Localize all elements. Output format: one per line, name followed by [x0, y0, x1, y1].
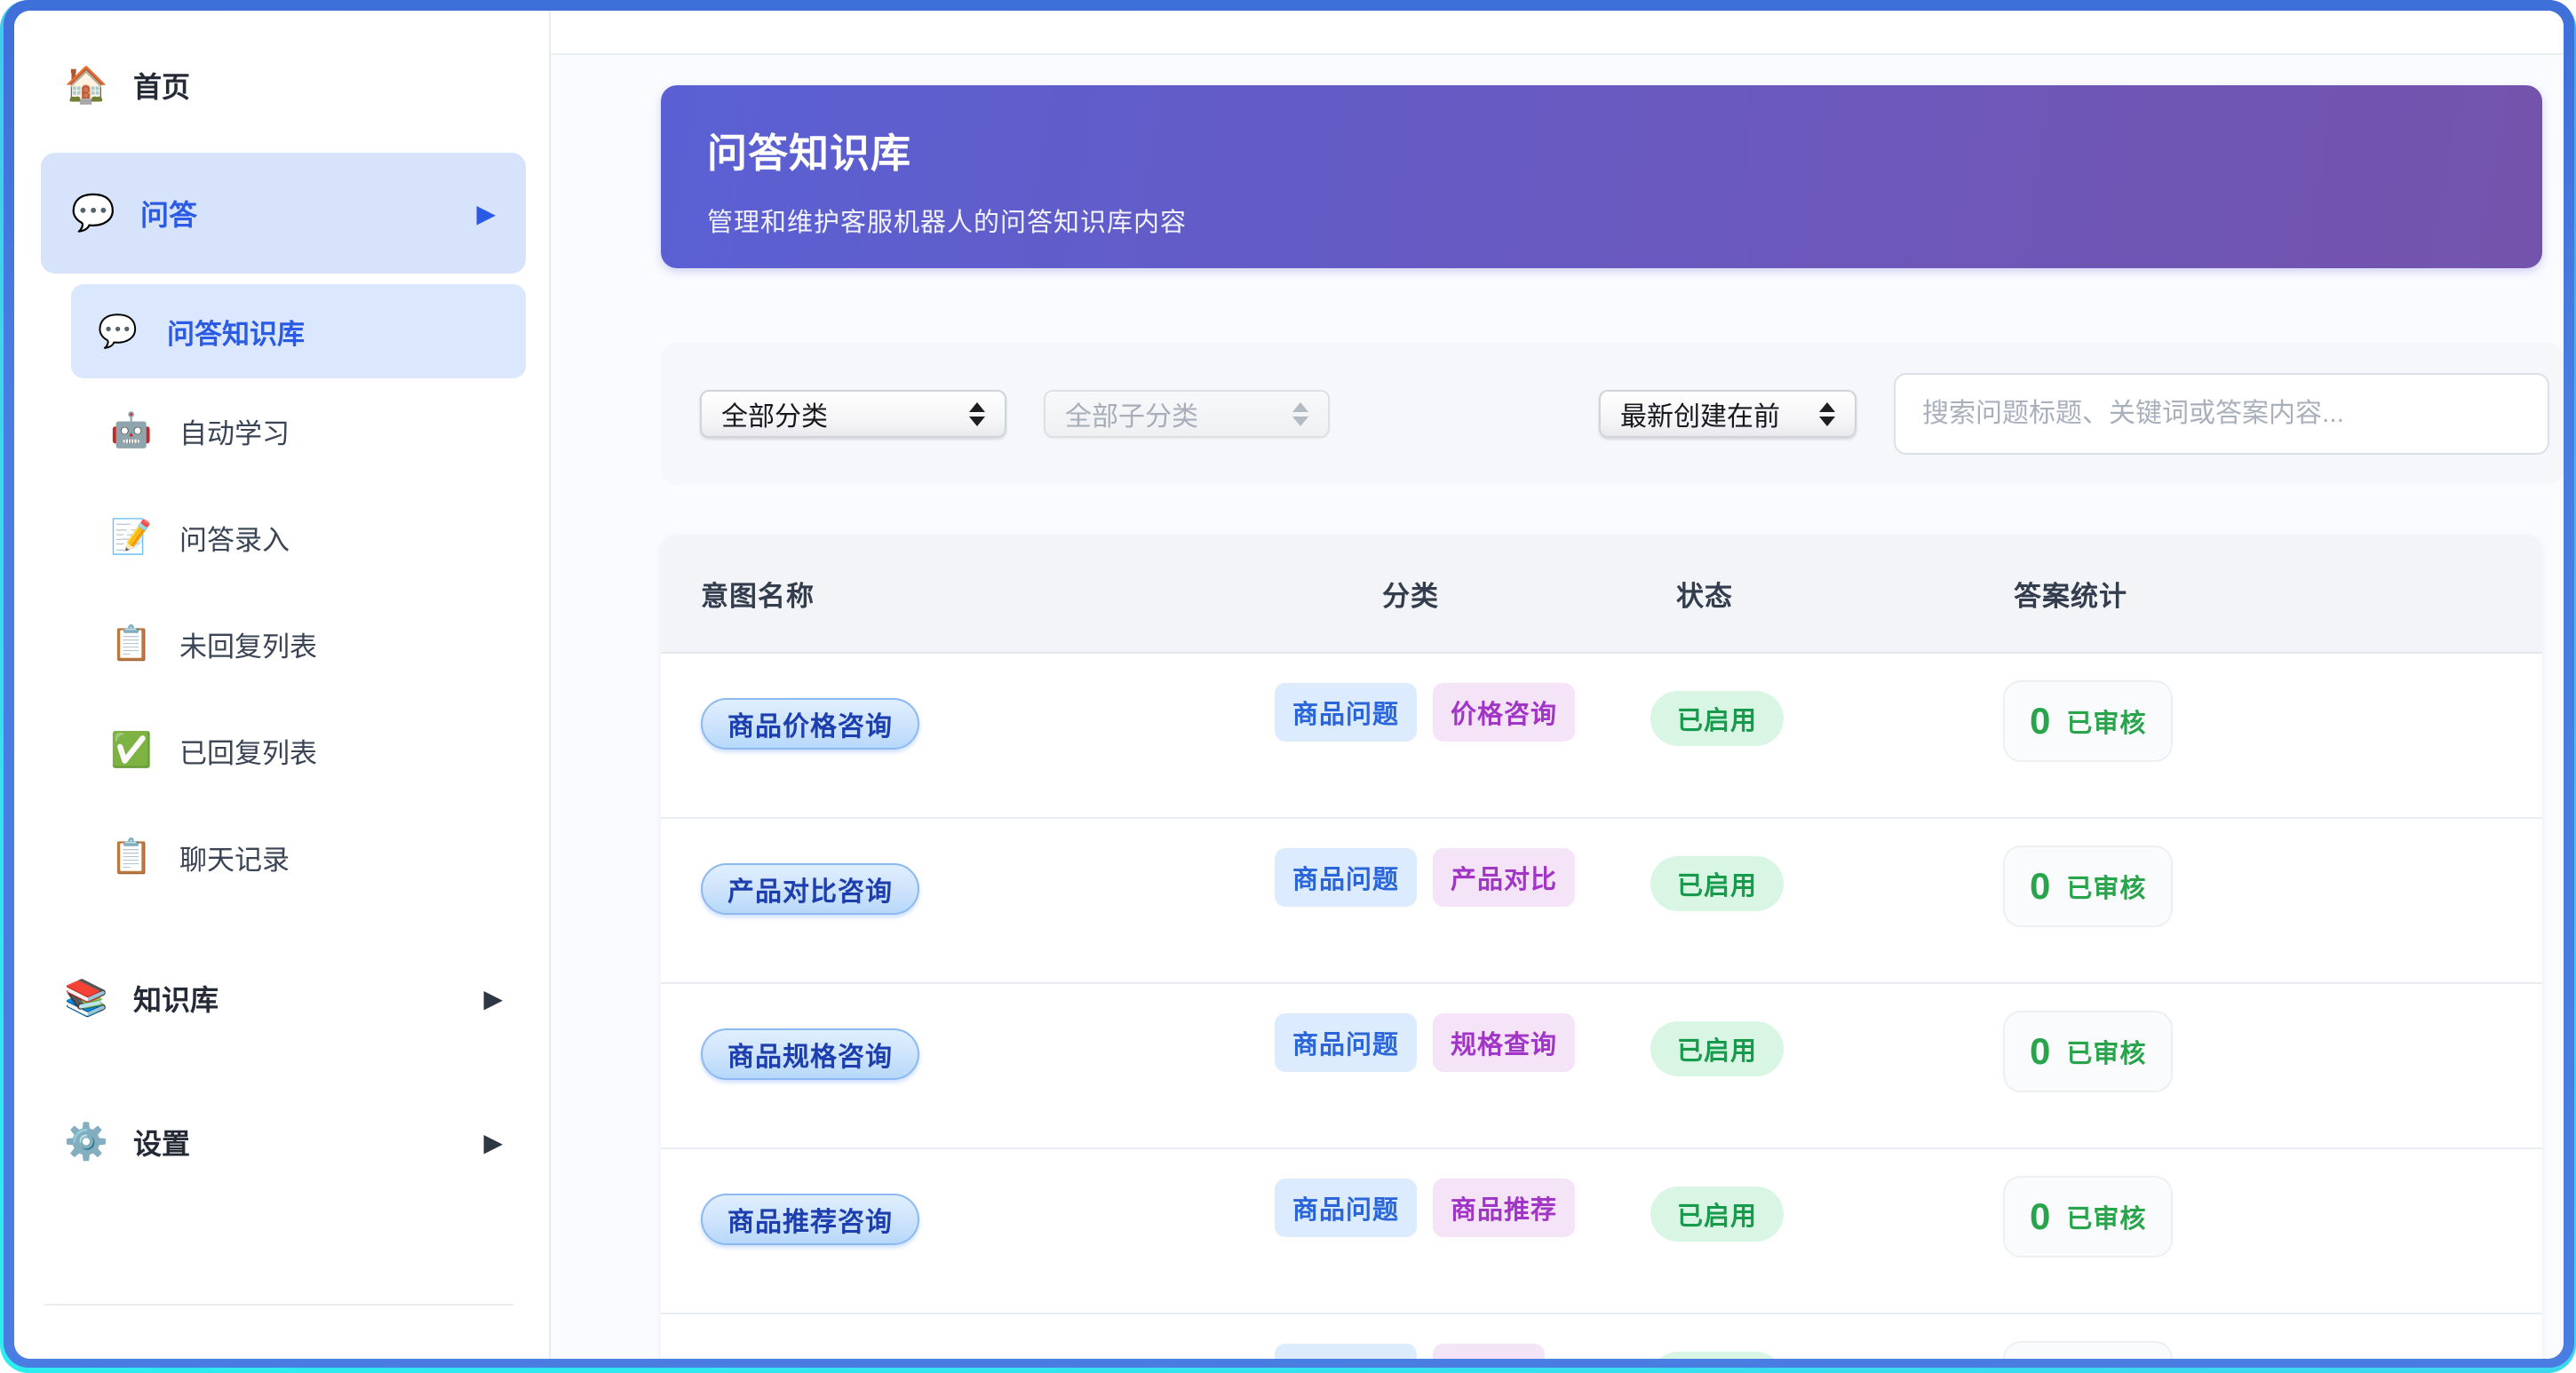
house-icon: 🏠 — [64, 67, 114, 103]
category-select-value: 全部分类 — [721, 394, 828, 433]
category-tag: 商品问题 — [1275, 683, 1417, 742]
sidebar-item-label: 未回复列表 — [179, 624, 317, 664]
sidebar-item-label: 问答 — [140, 193, 197, 234]
search-input[interactable] — [1894, 373, 2549, 455]
answer-stats-box: 0 已审核 — [2003, 1341, 2173, 1359]
sidebar: 🏠 首页 💬 问答 ▶ 💬 问答知识库 🤖 自动学习 📝 — [14, 11, 551, 1359]
approved-label: 已审核 — [2066, 868, 2146, 905]
chevron-right-icon: ▶ — [483, 1128, 503, 1157]
filter-bar: 全部分类 全部子分类 最新创建在前 — [661, 343, 2564, 485]
window-frame: 🏠 首页 💬 问答 ▶ 💬 问答知识库 🤖 自动学习 📝 — [4, 0, 2574, 1368]
sidebar-item-label: 首页 — [133, 65, 190, 106]
category-tag: 商品问题 — [1275, 1013, 1417, 1072]
content-area: 问答知识库 管理和维护客服机器人的问答知识库内容 全部分类 全部子分类 — [551, 55, 2564, 1359]
page-subtitle: 管理和维护客服机器人的问答知识库内容 — [707, 202, 2496, 239]
column-header-intent: 意图名称 — [661, 574, 1275, 614]
sidebar-item-label: 设置 — [133, 1122, 190, 1163]
status-badge: 已启用 — [1650, 1352, 1784, 1359]
subcategory-select: 全部子分类 — [1044, 390, 1330, 438]
column-header-answer-stats: 答案统计 — [2003, 574, 2542, 614]
select-arrows-icon — [1803, 402, 1835, 426]
answer-stats-box: 0 已审核 — [2003, 680, 2173, 762]
approved-label: 已审核 — [2066, 702, 2146, 740]
sidebar-item-knowledge-base[interactable]: 📚 知识库 ▶ — [41, 961, 526, 1036]
approved-count: 0 — [2030, 700, 2050, 742]
speech-balloon-icon: 💬 — [71, 195, 121, 231]
sidebar-item-qa[interactable]: 💬 问答 ▶ — [41, 153, 526, 274]
table-row: 商品价格咨询 商品问题 价格咨询 已启用 0 已审核 — [661, 654, 2542, 819]
sidebar-item-qa-knowledge-base[interactable]: 💬 问答知识库 — [71, 284, 526, 378]
approved-count: 0 — [2030, 865, 2050, 908]
chevron-right-icon: ▶ — [483, 984, 503, 1013]
top-bar — [551, 11, 2564, 55]
category-tag: 商品问题 — [1275, 848, 1417, 907]
page-title: 问答知识库 — [707, 121, 2496, 179]
sidebar-item-settings[interactable]: ⚙️ 设置 ▶ — [41, 1105, 526, 1179]
sidebar-item-answered-list[interactable]: ✅ 已回复列表 — [110, 716, 526, 785]
category-select[interactable]: 全部分类 — [700, 390, 1006, 438]
status-badge: 已启用 — [1650, 1021, 1784, 1076]
memo-pencil-icon: 📝 — [110, 520, 160, 554]
category-tag: 商品问题 — [1275, 1344, 1417, 1359]
sidebar-item-home[interactable]: 🏠 首页 — [41, 48, 526, 123]
approved-count: 0 — [2030, 1195, 2050, 1238]
category-tag: 商品问题 — [1275, 1179, 1417, 1237]
column-header-status: 状态 — [1650, 574, 2003, 614]
sort-select-value: 最新创建在前 — [1620, 394, 1780, 433]
sidebar-item-chat-history[interactable]: 📋 聊天记录 — [110, 822, 526, 892]
answer-stats-box: 0 已审核 — [2003, 1176, 2173, 1258]
books-icon: 📚 — [64, 980, 114, 1016]
check-mark-icon: ✅ — [110, 734, 160, 767]
subcategory-tag — [1433, 1344, 1545, 1359]
select-arrows-icon — [953, 402, 985, 426]
table-row: 商品规格咨询 商品问题 规格查询 已启用 0 已审核 — [661, 984, 2542, 1149]
table-row: 商品问题 已启用 0 已审核 — [661, 1314, 2542, 1359]
robot-icon: 🤖 — [110, 414, 160, 448]
status-badge: 已启用 — [1650, 1186, 1784, 1242]
sidebar-item-auto-learning[interactable]: 🤖 自动学习 — [110, 396, 526, 465]
sidebar-item-qa-entry[interactable]: 📝 问答录入 — [110, 503, 526, 572]
window-frame-cyan-edge: 🏠 首页 💬 问答 ▶ 💬 问答知识库 🤖 自动学习 📝 — [0, 0, 2576, 1373]
select-arrows-icon — [1276, 402, 1308, 426]
page-header-banner: 问答知识库 管理和维护客服机器人的问答知识库内容 — [661, 85, 2542, 268]
approved-count: 0 — [2030, 1030, 2050, 1073]
sidebar-item-label: 自动学习 — [179, 411, 290, 451]
intent-pill[interactable]: 产品对比咨询 — [701, 863, 919, 915]
app-window: 🏠 首页 💬 问答 ▶ 💬 问答知识库 🤖 自动学习 📝 — [14, 11, 2564, 1359]
chevron-right-icon: ▶ — [476, 199, 496, 228]
main-area: 问答知识库 管理和维护客服机器人的问答知识库内容 全部分类 全部子分类 — [551, 11, 2564, 1359]
status-badge: 已启用 — [1650, 691, 1784, 746]
status-badge: 已启用 — [1650, 856, 1784, 911]
sidebar-item-label: 知识库 — [133, 978, 219, 1019]
table-row: 商品推荐咨询 商品问题 商品推荐 已启用 0 已审核 — [661, 1149, 2542, 1314]
subcategory-tag: 商品推荐 — [1433, 1179, 1575, 1237]
approved-label: 已审核 — [2066, 1033, 2146, 1070]
clipboard-icon: 📋 — [110, 627, 160, 661]
intent-pill[interactable]: 商品规格咨询 — [701, 1028, 919, 1080]
sidebar-item-label: 已回复列表 — [179, 731, 317, 771]
sidebar-item-label: 问答录入 — [179, 518, 290, 558]
approved-label: 已审核 — [2066, 1198, 2146, 1235]
qa-table: 意图名称 分类 状态 答案统计 商品价格咨询 商品问题 价格咨询 已启用 — [661, 535, 2542, 1359]
sort-select[interactable]: 最新创建在前 — [1599, 390, 1856, 438]
subcategory-tag: 价格咨询 — [1433, 683, 1575, 742]
answer-stats-box: 0 已审核 — [2003, 1011, 2173, 1092]
subcategory-tag: 产品对比 — [1433, 848, 1575, 907]
sidebar-item-label: 问答知识库 — [167, 312, 305, 352]
subcategory-select-value: 全部子分类 — [1065, 394, 1198, 433]
clipboard-icon: 📋 — [110, 840, 160, 874]
sidebar-divider — [44, 1304, 513, 1306]
subcategory-tag: 规格查询 — [1433, 1013, 1575, 1072]
answer-stats-box: 0 已审核 — [2003, 845, 2173, 927]
column-header-category: 分类 — [1275, 574, 1650, 614]
table-row: 产品对比咨询 商品问题 产品对比 已启用 0 已审核 — [661, 819, 2542, 984]
sidebar-item-unanswered-list[interactable]: 📋 未回复列表 — [110, 609, 526, 679]
table-header-row: 意图名称 分类 状态 答案统计 — [661, 535, 2542, 654]
gear-icon: ⚙️ — [64, 1124, 114, 1160]
intent-pill[interactable]: 商品价格咨询 — [701, 698, 919, 750]
intent-pill[interactable]: 商品推荐咨询 — [701, 1194, 919, 1245]
sidebar-item-label: 聊天记录 — [179, 837, 290, 877]
speech-balloon-icon: 💬 — [98, 315, 147, 347]
